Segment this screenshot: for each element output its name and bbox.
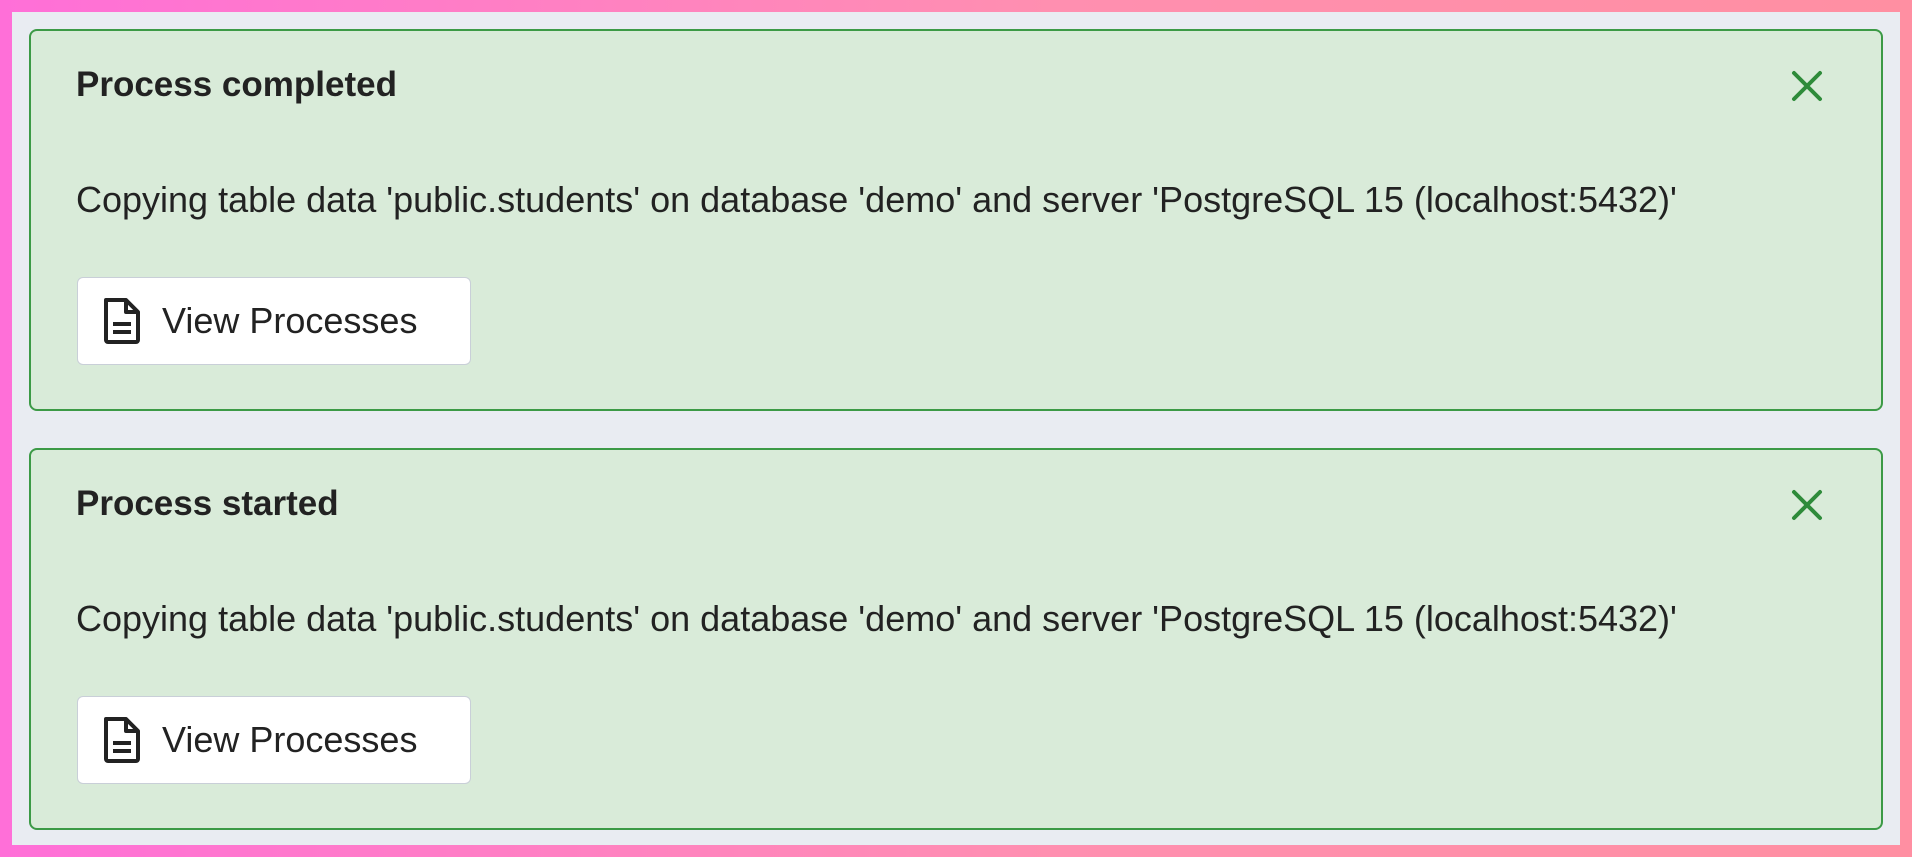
notification-process-completed: Process completed Copying table data 'pu… bbox=[29, 29, 1883, 411]
view-processes-button[interactable]: View Processes bbox=[77, 277, 471, 365]
notification-title: Process completed bbox=[76, 65, 397, 104]
notification-process-started: Process started Copying table data 'publ… bbox=[29, 448, 1883, 830]
close-icon[interactable] bbox=[1786, 65, 1828, 107]
background-frame: Process completed Copying table data 'pu… bbox=[0, 0, 1912, 857]
view-processes-label: View Processes bbox=[162, 719, 418, 760]
notification-message: Copying table data 'public.students' on … bbox=[76, 598, 1677, 639]
notification-panel: Process completed Copying table data 'pu… bbox=[12, 12, 1900, 845]
notification-message: Copying table data 'public.students' on … bbox=[76, 179, 1677, 220]
document-icon bbox=[100, 296, 144, 346]
document-icon bbox=[100, 715, 144, 765]
close-icon[interactable] bbox=[1786, 484, 1828, 526]
view-processes-label: View Processes bbox=[162, 300, 418, 341]
view-processes-button[interactable]: View Processes bbox=[77, 696, 471, 784]
notification-title: Process started bbox=[76, 484, 339, 523]
